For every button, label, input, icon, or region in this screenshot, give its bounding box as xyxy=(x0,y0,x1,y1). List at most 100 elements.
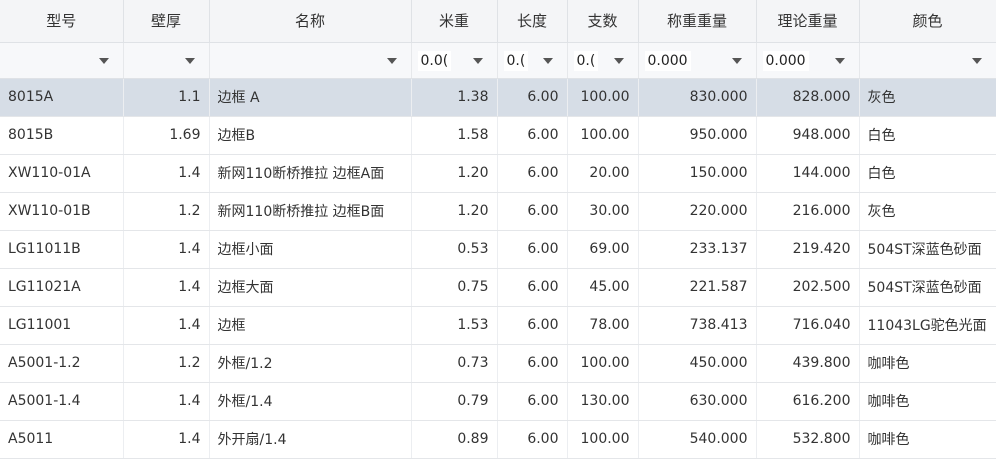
cell-length[interactable]: 6.00 xyxy=(497,230,568,269)
table-row[interactable]: A5011 1.4 外开扇/1.4 0.89 6.00 100.00 540.000 532.… xyxy=(0,420,996,459)
column-filter[interactable] xyxy=(123,42,210,79)
filter-value[interactable]: 0.( xyxy=(573,50,599,71)
cell-weighed-weight[interactable]: 450.000 xyxy=(638,344,757,383)
cell-length[interactable]: 6.00 xyxy=(497,116,568,155)
filter-dropdown-button[interactable] xyxy=(606,50,632,72)
cell-color[interactable]: 灰色 xyxy=(859,78,996,117)
column-filter[interactable]: 0.000 xyxy=(638,42,757,79)
cell-weighed-weight[interactable]: 738.413 xyxy=(638,306,757,345)
cell-weighed-weight[interactable]: 221.587 xyxy=(638,268,757,307)
cell-color[interactable]: 504ST深蓝色砂面 xyxy=(859,268,996,307)
cell-name[interactable]: 外开扇/1.4 xyxy=(209,420,412,459)
cell-theoretical-weight[interactable]: 716.040 xyxy=(756,306,860,345)
cell-color[interactable]: 11043LG驼色光面 xyxy=(859,306,996,345)
cell-theoretical-weight[interactable]: 616.200 xyxy=(756,382,860,421)
cell-name[interactable]: 边框大面 xyxy=(209,268,412,307)
column-header-thickness[interactable]: 壁厚 xyxy=(123,0,210,43)
cell-weighed-weight[interactable]: 540.000 xyxy=(638,420,757,459)
cell-length[interactable]: 6.00 xyxy=(497,78,568,117)
table-row[interactable]: LG11021A 1.4 边框大面 0.75 6.00 45.00 221.587 202.5… xyxy=(0,268,996,307)
cell-weighed-weight[interactable]: 630.000 xyxy=(638,382,757,421)
cell-count[interactable]: 100.00 xyxy=(567,78,639,117)
cell-count[interactable]: 130.00 xyxy=(567,382,639,421)
filter-dropdown-button[interactable] xyxy=(964,50,990,72)
cell-model[interactable]: XW110-01B xyxy=(0,192,124,231)
cell-count[interactable]: 69.00 xyxy=(567,230,639,269)
cell-count[interactable]: 78.00 xyxy=(567,306,639,345)
table-row[interactable]: 8015B 1.69 边框B 1.58 6.00 100.00 950.000 948.000… xyxy=(0,116,996,155)
filter-value[interactable]: 0.( xyxy=(503,50,529,71)
cell-weighed-weight[interactable]: 830.000 xyxy=(638,78,757,117)
cell-model[interactable]: LG11001 xyxy=(0,306,124,345)
cell-theoretical-weight[interactable]: 948.000 xyxy=(756,116,860,155)
cell-model[interactable]: XW110-01A xyxy=(0,154,124,193)
cell-theoretical-weight[interactable]: 202.500 xyxy=(756,268,860,307)
column-header-weighed-weight[interactable]: 称重重量 xyxy=(638,0,757,43)
cell-meter-weight[interactable]: 0.89 xyxy=(411,420,498,459)
column-header-length[interactable]: 长度 xyxy=(497,0,568,43)
column-header-meter-weight[interactable]: 米重 xyxy=(411,0,498,43)
cell-thickness[interactable]: 1.4 xyxy=(123,154,210,193)
column-filter[interactable] xyxy=(859,42,996,79)
cell-length[interactable]: 6.00 xyxy=(497,420,568,459)
column-header-count[interactable]: 支数 xyxy=(567,0,639,43)
cell-name[interactable]: 外框/1.4 xyxy=(209,382,412,421)
cell-color[interactable]: 504ST深蓝色砂面 xyxy=(859,230,996,269)
column-header-model[interactable]: 型号 xyxy=(0,0,124,43)
table-row[interactable]: XW110-01A 1.4 新网110断桥推拉 边框A面 1.20 6.00 20.00 1… xyxy=(0,154,996,193)
cell-count[interactable]: 45.00 xyxy=(567,268,639,307)
cell-name[interactable]: 边框 xyxy=(209,306,412,345)
cell-weighed-weight[interactable]: 220.000 xyxy=(638,192,757,231)
filter-dropdown-button[interactable] xyxy=(91,50,117,72)
column-filter[interactable]: 0.( xyxy=(567,42,639,79)
cell-name[interactable]: 边框小面 xyxy=(209,230,412,269)
cell-thickness[interactable]: 1.4 xyxy=(123,268,210,307)
filter-dropdown-button[interactable] xyxy=(177,50,203,72)
cell-meter-weight[interactable]: 0.53 xyxy=(411,230,498,269)
cell-model[interactable]: 8015B xyxy=(0,116,124,155)
cell-meter-weight[interactable]: 1.38 xyxy=(411,78,498,117)
cell-model[interactable]: A5001-1.4 xyxy=(0,382,124,421)
table-row[interactable]: A5001-1.4 1.4 外框/1.4 0.79 6.00 130.00 630.000 6… xyxy=(0,382,996,421)
cell-meter-weight[interactable]: 0.79 xyxy=(411,382,498,421)
cell-weighed-weight[interactable]: 150.000 xyxy=(638,154,757,193)
cell-color[interactable]: 咖啡色 xyxy=(859,420,996,459)
cell-color[interactable]: 灰色 xyxy=(859,192,996,231)
cell-meter-weight[interactable]: 0.75 xyxy=(411,268,498,307)
cell-length[interactable]: 6.00 xyxy=(497,382,568,421)
cell-thickness[interactable]: 1.1 xyxy=(123,78,210,117)
cell-meter-weight[interactable]: 1.20 xyxy=(411,192,498,231)
cell-thickness[interactable]: 1.69 xyxy=(123,116,210,155)
filter-value[interactable]: 0.0( xyxy=(417,50,452,71)
column-filter[interactable] xyxy=(0,42,124,79)
cell-name[interactable]: 新网110断桥推拉 边框A面 xyxy=(209,154,412,193)
cell-model[interactable]: 8015A xyxy=(0,78,124,117)
column-filter[interactable]: 0.( xyxy=(497,42,568,79)
cell-meter-weight[interactable]: 0.73 xyxy=(411,344,498,383)
cell-thickness[interactable]: 1.2 xyxy=(123,192,210,231)
cell-color[interactable]: 白色 xyxy=(859,154,996,193)
cell-name[interactable]: 边框 A xyxy=(209,78,412,117)
cell-name[interactable]: 外框/1.2 xyxy=(209,344,412,383)
cell-length[interactable]: 6.00 xyxy=(497,154,568,193)
cell-weighed-weight[interactable]: 950.000 xyxy=(638,116,757,155)
cell-thickness[interactable]: 1.4 xyxy=(123,230,210,269)
cell-thickness[interactable]: 1.4 xyxy=(123,306,210,345)
column-header-theoretical-weight[interactable]: 理论重量 xyxy=(756,0,860,43)
cell-weighed-weight[interactable]: 233.137 xyxy=(638,230,757,269)
table-row[interactable]: LG11001 1.4 边框 1.53 6.00 78.00 738.413 716.040 1… xyxy=(0,306,996,345)
cell-thickness[interactable]: 1.4 xyxy=(123,420,210,459)
table-row[interactable]: 8015A 1.1 边框 A 1.38 6.00 100.00 830.000 828.000… xyxy=(0,78,996,117)
cell-name[interactable]: 边框B xyxy=(209,116,412,155)
filter-value[interactable]: 0.000 xyxy=(644,50,691,71)
cell-model[interactable]: LG11021A xyxy=(0,268,124,307)
column-filter[interactable]: 0.000 xyxy=(756,42,860,79)
cell-theoretical-weight[interactable]: 144.000 xyxy=(756,154,860,193)
cell-length[interactable]: 6.00 xyxy=(497,306,568,345)
column-header-color[interactable]: 颜色 xyxy=(859,0,996,43)
cell-count[interactable]: 30.00 xyxy=(567,192,639,231)
cell-theoretical-weight[interactable]: 532.800 xyxy=(756,420,860,459)
cell-meter-weight[interactable]: 1.58 xyxy=(411,116,498,155)
cell-length[interactable]: 6.00 xyxy=(497,192,568,231)
cell-length[interactable]: 6.00 xyxy=(497,344,568,383)
